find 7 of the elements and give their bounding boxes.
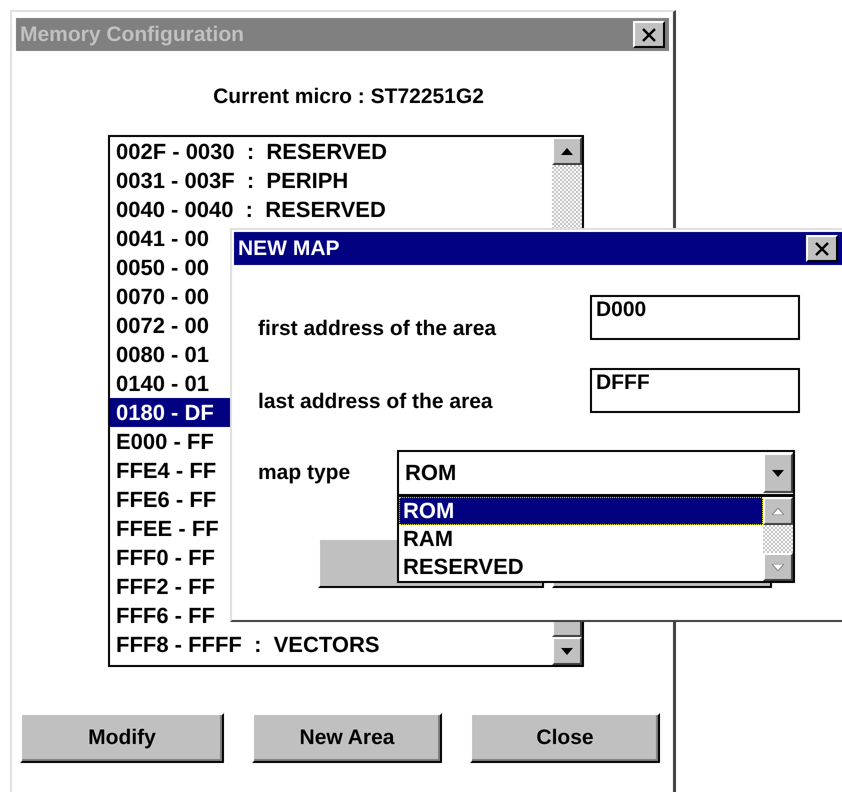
window-title: Memory Configuration	[20, 22, 244, 46]
dropdown-value: ROM	[405, 460, 456, 486]
field-label: last address of the area	[258, 389, 494, 414]
field-label: first address of the area	[258, 316, 498, 341]
current-micro-label: Current micro : ST72251G2	[212, 85, 485, 110]
dialog-title: NEW MAP	[238, 236, 340, 260]
field-label: map type	[258, 461, 352, 485]
